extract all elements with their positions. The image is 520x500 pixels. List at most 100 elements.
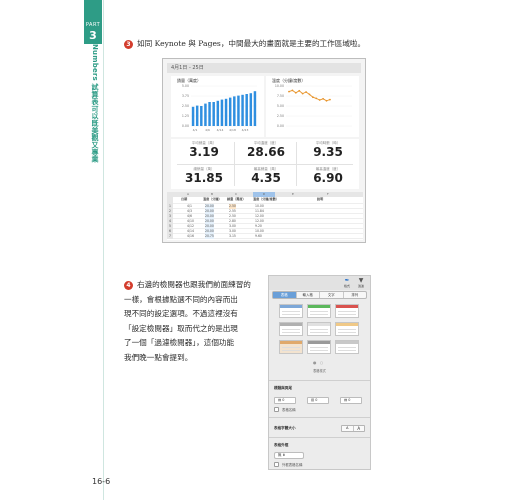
tab-cell[interactable]: 輸入格 — [297, 292, 320, 298]
step-4-line: 了一個「過濾檢閱器」，這個功能 — [124, 338, 235, 347]
data-table[interactable]: A B C D E F 日期 溫度（分鐘） 銷量（萬度） 溫度（分鐘/度數） 說… — [167, 192, 363, 240]
outline-name-label: 外框表格名稱 — [282, 463, 303, 467]
table-style-thumb[interactable] — [279, 304, 303, 318]
table-style-thumb[interactable] — [335, 340, 359, 354]
format-button[interactable]: ✒ 格式 — [341, 278, 353, 289]
bar — [253, 91, 257, 126]
font-bigger-button[interactable]: A — [354, 426, 365, 431]
y-tick-label: 7.50 — [277, 94, 284, 98]
header-cell[interactable]: 溫度（分鐘/度數） — [253, 197, 279, 202]
table-row[interactable]: 7 4/16 20.75 3.15 9.60 — [167, 234, 363, 239]
table-style-thumb[interactable] — [335, 322, 359, 336]
bar-chart: 5.00 3.75 2.50 1.25 0.00 4/1 4/6 4/14 4/18 4/23 — [182, 84, 257, 132]
tab-text[interactable]: 文字 — [320, 292, 344, 298]
bar — [245, 94, 248, 126]
stat-divider — [177, 164, 353, 165]
stat-max-temp: 最高溫度（度） 6.90 — [299, 167, 357, 185]
bar — [224, 98, 228, 126]
tab-table[interactable]: 表格 — [273, 292, 297, 298]
row-number[interactable]: 7 — [167, 234, 173, 239]
section-divider — [269, 437, 370, 438]
data-point — [298, 89, 301, 92]
page-dots[interactable]: ● ○ — [313, 360, 324, 365]
inspector-tabs: 表格 輸入格 文字 排列 — [272, 291, 367, 299]
table-style-thumb[interactable] — [279, 322, 303, 336]
table-style-thumb[interactable] — [307, 304, 331, 318]
data-point — [291, 89, 294, 92]
header-cell[interactable]: 說明 — [317, 197, 323, 202]
part-label: PART — [85, 22, 101, 28]
part-divider-line — [103, 0, 104, 500]
step-4-line: 現不同的設定選項。不過這裡沒有 — [124, 309, 238, 318]
header-columns-stepper[interactable]: ▥ 0 — [307, 397, 329, 404]
y-tick-label: 0.00 — [182, 124, 189, 128]
table-style-thumb[interactable] — [307, 322, 331, 336]
header-rows-stepper[interactable]: ▤ 0 — [274, 397, 296, 404]
outline-select[interactable]: 無 ⬍ — [274, 452, 304, 459]
stat-value: 31.85 — [185, 171, 223, 185]
data-point — [305, 91, 307, 93]
bar — [233, 96, 236, 126]
footer-rows-stepper[interactable]: ▤ 0 — [340, 397, 362, 404]
inspector-toolbar: ✒ 格式 ▼ 過濾 — [269, 276, 370, 290]
header-cell[interactable]: 日期 — [181, 197, 187, 202]
table-outline-label: 表格外框 — [274, 443, 289, 447]
header-cell[interactable]: 溫度（分鐘） — [203, 197, 222, 202]
stat-value: 4.35 — [251, 171, 281, 185]
step-4-line: 我們晚一點會提到。 — [124, 352, 193, 362]
section-divider — [269, 380, 370, 381]
format-label: 格式 — [343, 284, 350, 288]
stat-avg-sales: 平均銷量（萬） 3.19 — [175, 141, 233, 159]
part-tab: PART 3 — [84, 0, 102, 44]
data-point — [301, 92, 304, 95]
font-size-buttons: A A — [341, 425, 365, 432]
part-number: 3 — [89, 29, 97, 42]
table-name-label: 表格名稱 — [282, 408, 296, 412]
header-cell[interactable]: 銷量（萬度） — [227, 197, 246, 202]
row-number — [167, 197, 173, 204]
font-smaller-button[interactable]: A — [342, 426, 354, 431]
table-styles-caption: 表格樣式 — [313, 369, 326, 373]
value-cell[interactable]: 9.60 — [255, 234, 262, 239]
stat-max-sales: 最高銷量（萬） 4.35 — [237, 167, 295, 185]
step-4-line: 一樣，會根據點選不同的內容而出 — [124, 294, 238, 304]
bar — [208, 102, 211, 126]
table-name-checkbox[interactable] — [274, 407, 279, 412]
stat-value: 6.90 — [313, 171, 343, 185]
table-style-thumb[interactable] — [335, 304, 359, 318]
stat-avg-hours: 平均時數（時） 9.35 — [299, 141, 357, 159]
filter-button[interactable]: ▼ 過濾 — [355, 278, 367, 289]
line-chart: 10.00 7.50 5.00 2.50 0.00 — [275, 84, 352, 128]
font-size-label: 表格字體大小 — [274, 426, 296, 430]
bar — [191, 106, 195, 126]
bar — [204, 103, 207, 126]
table-style-thumb[interactable] — [279, 340, 303, 354]
sheet-title: 4月1日 - 25日 — [167, 63, 361, 73]
bar — [228, 97, 232, 126]
tab-arrange[interactable]: 排列 — [344, 292, 367, 298]
headers-footers-label: 標題與頁尾 — [274, 386, 292, 390]
table-header-row: 日期 溫度（分鐘） 銷量（萬度） 溫度（分鐘/度數） 說明 — [167, 197, 363, 204]
data-point — [315, 97, 318, 100]
step-number-badge: 3 — [124, 40, 133, 49]
data-point — [325, 99, 328, 102]
bar — [249, 93, 253, 126]
y-tick-label: 5.00 — [182, 84, 189, 88]
stats-panel: 平均銷量（萬） 3.19 平均溫度（度） 28.66 平均時數（時） 9.35 … — [171, 139, 359, 189]
stat-avg-temp: 平均溫度（度） 28.66 — [237, 141, 295, 159]
date-cell[interactable]: 4/16 — [187, 234, 194, 239]
y-tick-label: 0.00 — [277, 124, 284, 128]
stat-value: 3.19 — [189, 145, 219, 159]
x-tick-label: 4/14 — [217, 128, 224, 132]
value-cell[interactable]: 20.75 — [205, 234, 214, 239]
outline-name-checkbox[interactable] — [274, 462, 279, 467]
stat-total-sales: 總銷量（萬） 31.85 — [175, 167, 233, 185]
stat-value: 9.35 — [313, 145, 343, 159]
value-cell[interactable]: 3.15 — [229, 234, 236, 239]
bar — [195, 105, 199, 126]
page-number: 16-6 — [92, 477, 111, 486]
table-style-thumb[interactable] — [307, 340, 331, 354]
bar — [241, 94, 244, 126]
chapter-title: Numbers 試算表可以既美觀又專業 — [91, 44, 99, 163]
bar — [216, 100, 220, 126]
